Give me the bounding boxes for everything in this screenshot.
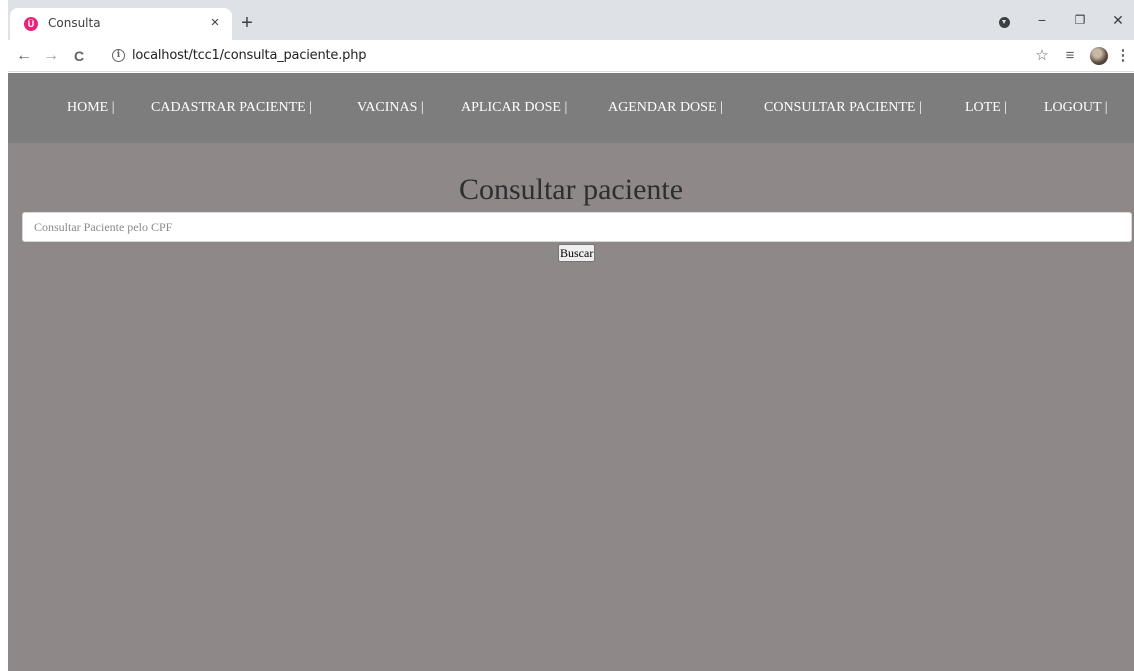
minimize-icon[interactable]: − [1032, 10, 1052, 30]
profile-download-icon[interactable] [999, 17, 1010, 28]
reload-icon[interactable]: C [68, 45, 90, 67]
nav-home[interactable]: HOME | [67, 100, 115, 116]
menu-icon[interactable]: ⋮ [1112, 45, 1134, 67]
page-viewport: HOME | CADASTRAR PACIENTE | VACINAS | AP… [8, 73, 1134, 671]
nav-consultar-paciente[interactable]: CONSULTAR PACIENTE | [764, 100, 922, 116]
left-gutter [0, 0, 8, 671]
nav-agendar-dose[interactable]: AGENDAR DOSE | [608, 100, 723, 116]
tab-strip: Ü Consulta × + − ❐ ✕ [8, 0, 1134, 40]
nav-aplicar-dose[interactable]: APLICAR DOSE | [461, 100, 567, 116]
media-control-icon[interactable]: ≡ [1059, 45, 1081, 67]
nav-vacinas[interactable]: VACINAS | [357, 100, 424, 116]
info-icon[interactable]: i [112, 49, 125, 62]
browser-toolbar: ← → C i localhost/tcc1/consulta_paciente… [8, 40, 1134, 72]
close-window-icon[interactable]: ✕ [1108, 10, 1128, 30]
site-navbar: HOME | CADASTRAR PACIENTE | VACINAS | AP… [8, 73, 1134, 143]
browser-window: Ü Consulta × + − ❐ ✕ ← → C i localhost/t… [8, 0, 1134, 671]
nav-cadastrar-paciente[interactable]: CADASTRAR PACIENTE | [151, 100, 312, 116]
bookmark-star-icon[interactable]: ☆ [1031, 45, 1053, 67]
search-button[interactable]: Buscar [558, 244, 596, 262]
profile-avatar[interactable] [1090, 47, 1108, 65]
address-bar[interactable]: i localhost/tcc1/consulta_paciente.php [103, 44, 1063, 68]
new-tab-icon[interactable]: + [236, 13, 258, 35]
tab-title: Consulta [48, 16, 101, 30]
tab-close-icon[interactable]: × [206, 13, 224, 33]
nav-logout[interactable]: LOGOUT | [1044, 100, 1108, 116]
page-title: Consultar paciente [458, 173, 684, 206]
back-icon[interactable]: ← [13, 45, 35, 67]
url-text: localhost/tcc1/consulta_paciente.php [132, 48, 367, 63]
forward-icon[interactable]: → [40, 45, 62, 67]
nav-lote[interactable]: LOTE | [965, 100, 1007, 116]
restore-icon[interactable]: ❐ [1070, 10, 1090, 30]
tab-consulta[interactable]: Ü Consulta × [10, 8, 232, 40]
favicon-icon: Ü [24, 17, 38, 31]
cpf-search-input[interactable] [22, 212, 1132, 242]
